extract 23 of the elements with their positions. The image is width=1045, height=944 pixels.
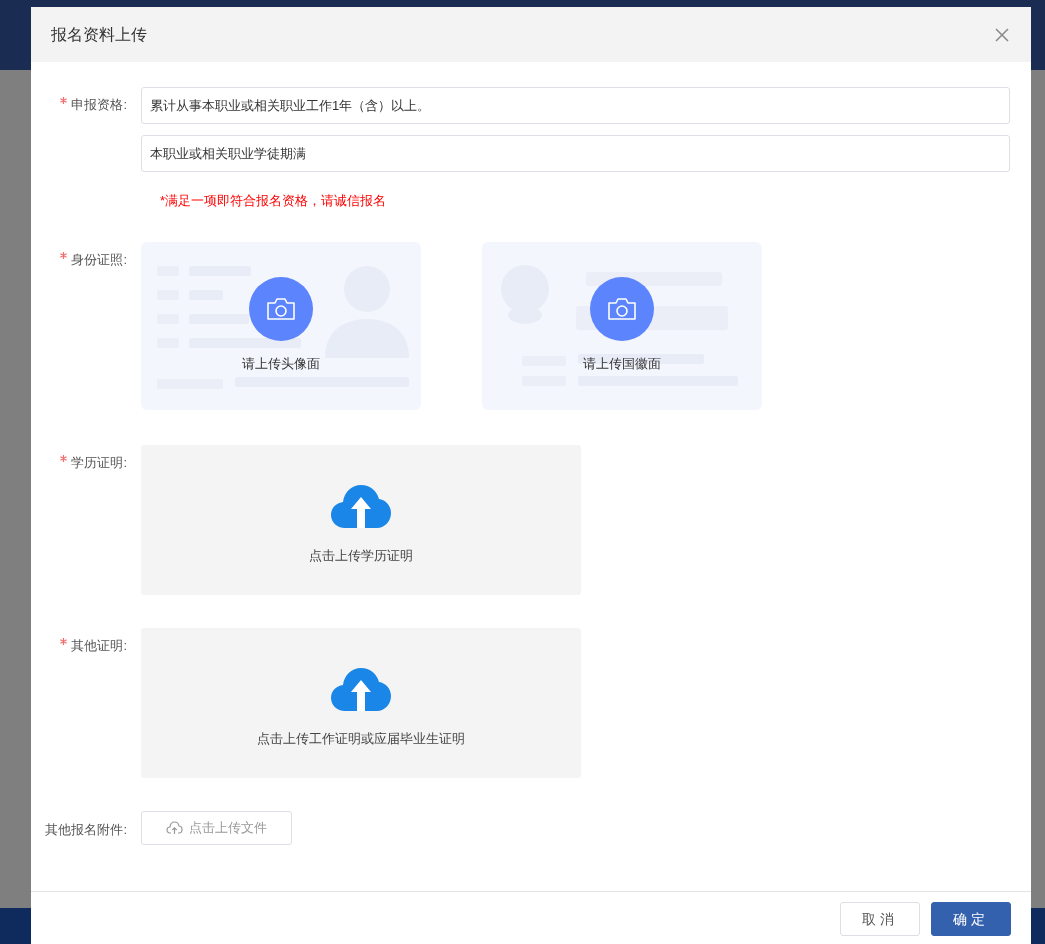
field-label: 学历证明: <box>71 453 127 472</box>
upload-area[interactable]: 点击上传学历证明 <box>141 444 581 595</box>
field-label: 其他报名附件: <box>45 820 127 839</box>
upload-caption: 点击上传工作证明或应届毕业生证明 <box>257 729 465 748</box>
text-input[interactable]: 累计从事本职业或相关职业工作1年（含）以上。 <box>141 87 1010 124</box>
close-icon[interactable] <box>995 27 1009 42</box>
upload-caption: 请上传头像面 <box>242 354 320 373</box>
field-label: 申报资格: <box>71 96 127 114</box>
hint-text: *满足一项即符合报名资格，请诚信报名 <box>160 192 388 210</box>
id-card-upload[interactable]: 请上传头像面 <box>141 241 421 410</box>
field-label: 身份证照: <box>71 250 127 269</box>
confirm-button[interactable]: 确定 <box>931 902 1011 936</box>
cloud-upload-icon <box>331 484 391 528</box>
upload-caption: 点击上传学历证明 <box>309 546 413 565</box>
upload-area[interactable]: 点击上传工作证明或应届毕业生证明 <box>141 627 581 778</box>
text-input[interactable]: 本职业或相关职业学徒期满 <box>141 135 1010 172</box>
dialog-title: 报名资料上传 <box>51 24 147 45</box>
upload-caption: 请上传国徽面 <box>583 354 661 373</box>
id-card-upload[interactable]: 请上传国徽面 <box>482 241 762 410</box>
cloud-upload-icon <box>331 667 391 711</box>
field-label: 其他证明: <box>71 636 127 655</box>
cloud-upload-icon <box>166 821 183 834</box>
cancel-button[interactable]: 取消 <box>840 902 920 936</box>
